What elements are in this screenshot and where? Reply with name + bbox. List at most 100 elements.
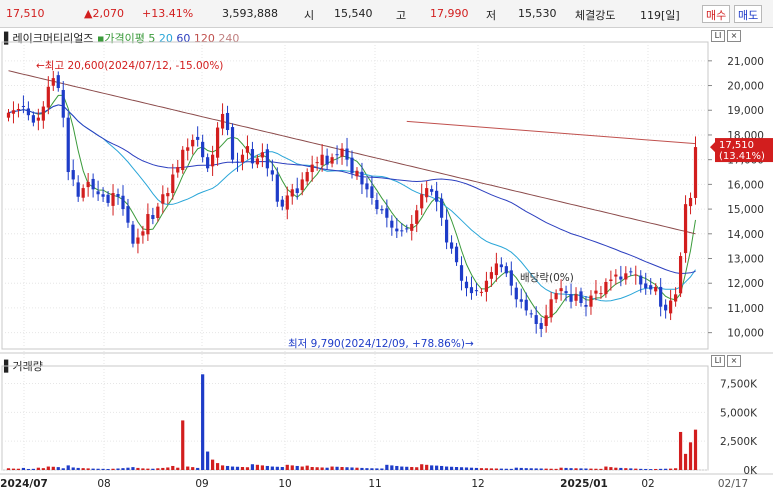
volume-bar (340, 467, 344, 470)
candle-body (260, 152, 264, 158)
volume-bar (629, 468, 633, 470)
volume-bar (529, 468, 533, 470)
candle-body (121, 195, 125, 210)
candle-body (131, 224, 135, 244)
candle-body (385, 208, 389, 218)
volume-bar (609, 467, 613, 470)
candle-body (609, 279, 613, 281)
volume-bar (644, 468, 648, 470)
volume-bar (86, 468, 90, 470)
volume-bar (673, 468, 678, 470)
low-annotation: 최저 9,790(2024/12/09, +78.86%)→ (288, 338, 474, 350)
candle-body (435, 190, 439, 202)
x-tick-label: 2024/07 (0, 478, 48, 490)
candle-body (290, 189, 294, 197)
ma5-line (8, 94, 696, 320)
volume-bar (121, 468, 125, 470)
candle-body (255, 158, 260, 165)
dividend-annotation: 배당락(0%) (520, 272, 574, 284)
x-tick-label: 2025/01 (560, 478, 608, 490)
x-tick-label: 11 (368, 478, 381, 490)
candle-body (634, 274, 638, 276)
volume-bar (375, 468, 379, 470)
volume-bar (290, 465, 294, 470)
candle-body (295, 188, 299, 194)
volume-bar (116, 468, 120, 470)
volume-bar (196, 467, 200, 470)
candle-body (6, 112, 11, 118)
volume-bar (355, 467, 359, 470)
volume-bar (250, 464, 255, 470)
candle-body (390, 220, 394, 228)
candle-body (549, 299, 553, 318)
candle-body (26, 108, 31, 116)
volume-bar (285, 464, 289, 470)
candle-body (166, 193, 170, 197)
candle-body (614, 274, 618, 277)
volume-bar (683, 453, 688, 470)
price-tick-label: 10,000 (727, 328, 764, 340)
price-tick-label: 21,000 (727, 56, 764, 68)
volume-bar (31, 468, 35, 470)
ma120-line (406, 120, 696, 145)
candle-body (86, 181, 90, 188)
candle-body (604, 281, 608, 295)
current-price-arrow (710, 142, 715, 153)
candle-body (693, 147, 698, 198)
candle-body (191, 139, 195, 147)
candle-body (201, 141, 205, 158)
volume-bar (415, 467, 419, 470)
candle-body (61, 89, 65, 118)
volume-bar (270, 466, 274, 470)
candle-body (584, 304, 588, 307)
volume-bar (420, 464, 424, 470)
candle-body (664, 304, 668, 311)
x-tick-label: 12 (471, 478, 484, 490)
volume-bar (6, 468, 11, 470)
candle-body (654, 286, 658, 292)
volume-bar (454, 467, 459, 470)
volume-bar (81, 468, 85, 470)
candle-body (116, 194, 120, 197)
candle-body (509, 270, 513, 286)
candle-body (395, 228, 399, 232)
current-pct-label: (13.41%) (719, 151, 765, 162)
candle-body (599, 293, 603, 295)
volume-bar (494, 468, 498, 470)
volume-bar (634, 468, 638, 470)
candle-body (146, 214, 150, 235)
volume-bar (678, 431, 683, 470)
candle-body (544, 315, 548, 326)
volume-bar (405, 466, 409, 470)
volume-bar (574, 468, 578, 470)
volume-bar (360, 467, 364, 470)
volume-bar (554, 468, 558, 470)
candle-body (529, 313, 533, 315)
volume-bar (579, 468, 583, 470)
candle-body (454, 246, 459, 263)
volume-bar (534, 468, 538, 470)
candle-body (425, 188, 429, 198)
price-tick-label: 16,000 (727, 179, 764, 191)
candle-body (330, 157, 334, 164)
candle-body (360, 171, 364, 185)
candle-body (683, 204, 688, 254)
volume-bar (211, 459, 215, 470)
candle-body (235, 161, 240, 163)
price-tick-label: 15,000 (727, 204, 764, 216)
candle-body (156, 206, 160, 218)
candle-body (649, 285, 653, 290)
volume-bar (11, 468, 16, 470)
candle-body (559, 288, 563, 292)
volume-bar (171, 465, 175, 470)
volume-bar (410, 467, 414, 470)
candle-body (270, 170, 274, 175)
candle-body (285, 195, 289, 210)
candle-body (688, 197, 693, 207)
volume-bar (484, 468, 489, 470)
volume-bar (345, 467, 349, 470)
candle-body (489, 272, 493, 279)
candle-body (56, 75, 60, 89)
volume-bar (230, 466, 235, 470)
volume-bar (166, 467, 170, 470)
